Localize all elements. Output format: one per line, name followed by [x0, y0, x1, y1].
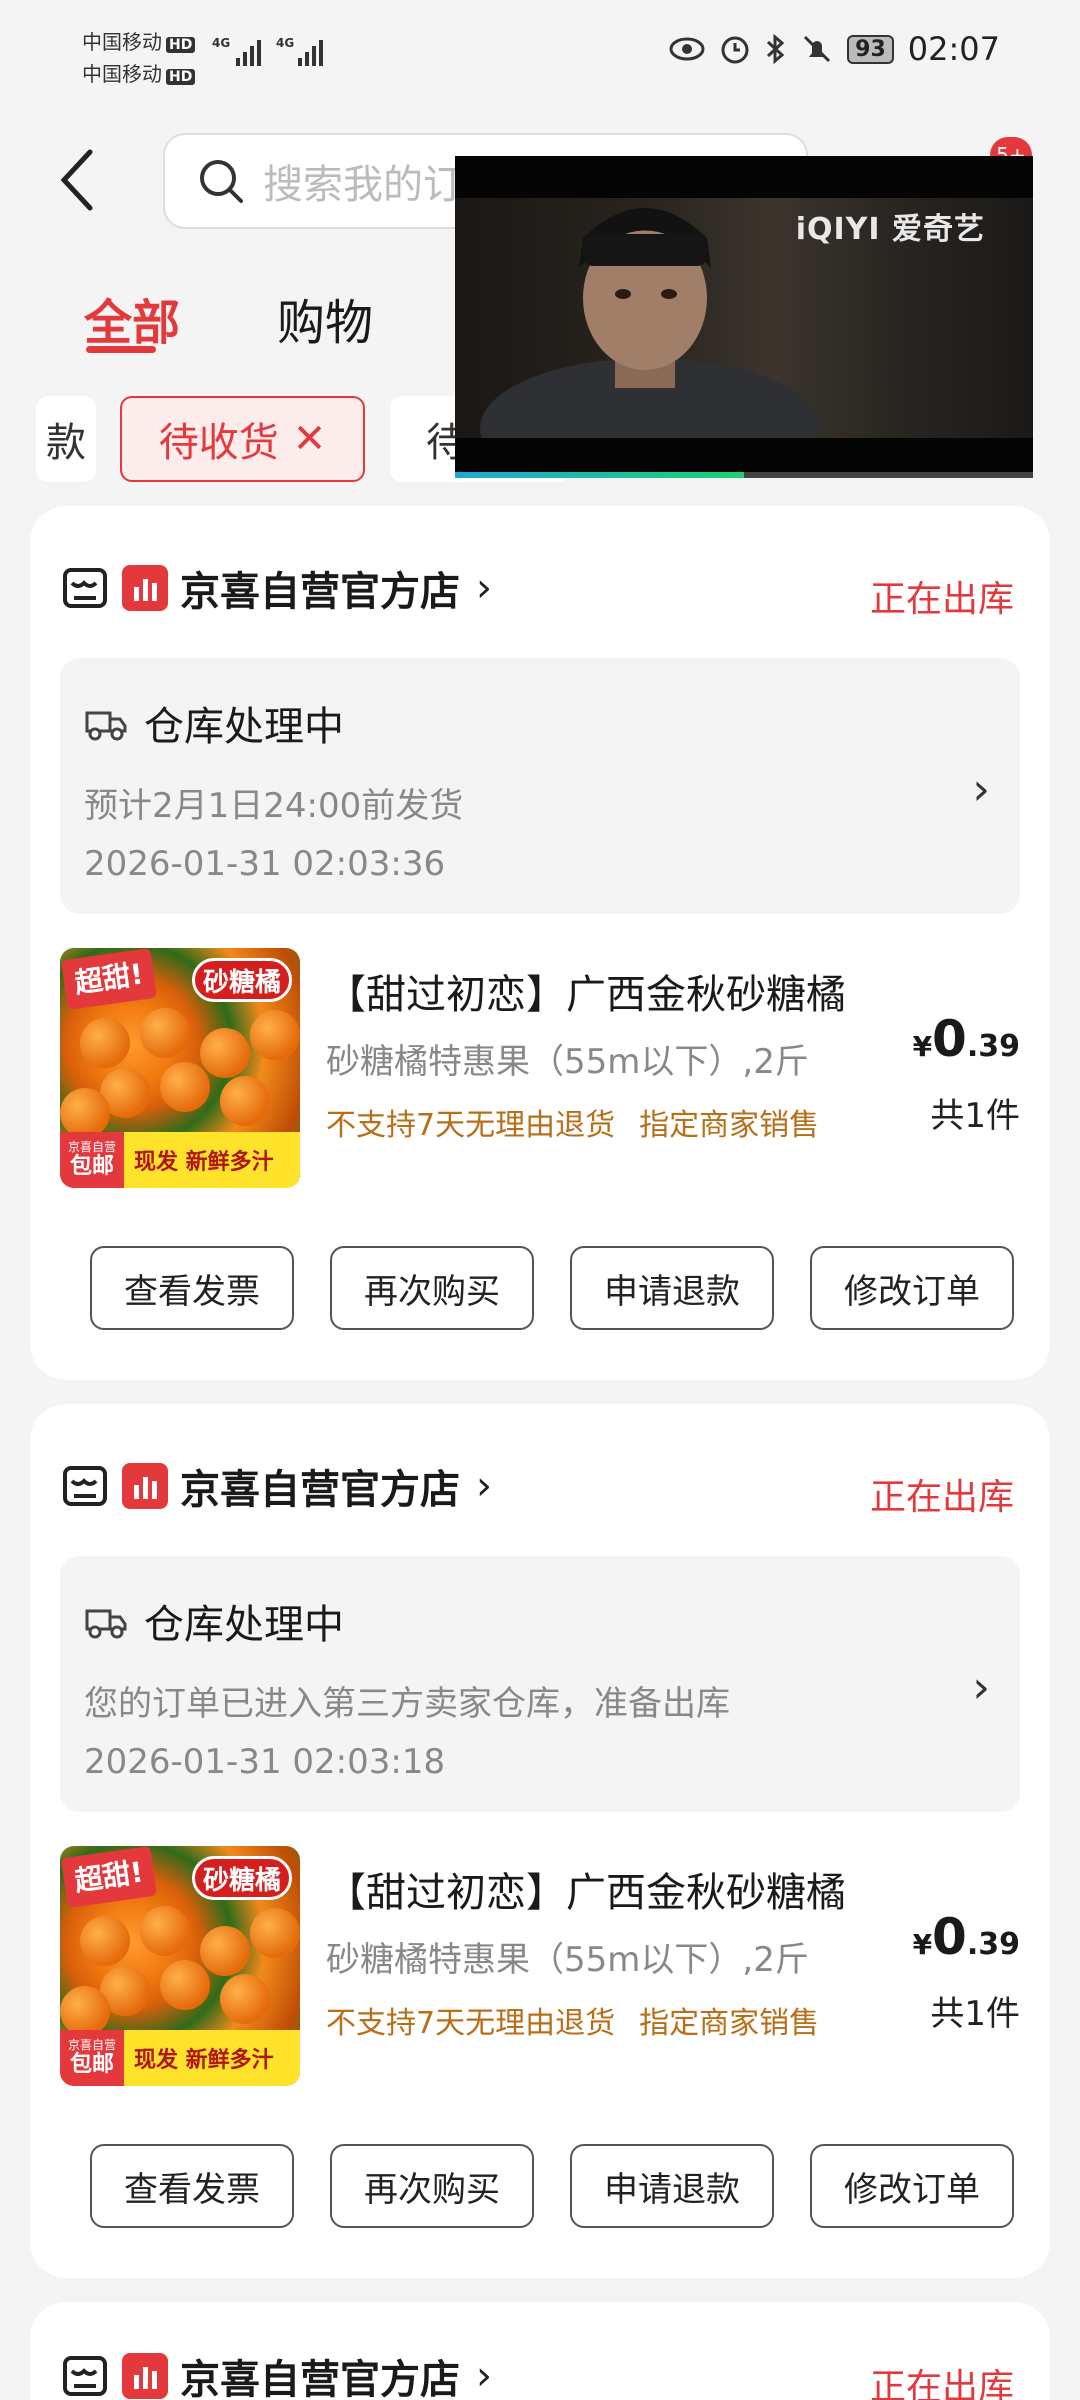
- chevron-right-icon: ›: [476, 565, 492, 611]
- modify-order-button[interactable]: 修改订单: [810, 1246, 1014, 1330]
- store-icon: [63, 2356, 107, 2396]
- video-progress-bar[interactable]: [455, 472, 1033, 478]
- product-image[interactable]: 超甜! 砂糖橘 京喜自营 包邮 现发 新鲜多汁: [60, 1846, 300, 2086]
- image-tag-name: 砂糖橘: [192, 958, 292, 1002]
- quantity: 共1件: [930, 1096, 1020, 1136]
- order-card[interactable]: 京喜自营官方店 › 正在出库 仓库处理中 预计2月1日24:00前发货 2026…: [30, 506, 1050, 1380]
- product-spec: 砂糖橘特惠果（55m以下）,2斤: [326, 1042, 809, 1082]
- order-card[interactable]: 京喜自营官方店 › 正在出库: [30, 2302, 1050, 2400]
- logistics-title: 仓库处理中: [144, 1602, 344, 1648]
- logistics-description: 预计2月1日24:00前发货: [84, 786, 464, 826]
- jingxi-logo: [122, 1463, 168, 1509]
- order-status: 正在出库: [869, 1477, 1014, 1518]
- image-tag-sweet: 超甜!: [60, 1846, 158, 1909]
- product-title[interactable]: 【甜过初恋】广西金秋砂糖橘: [326, 962, 886, 1020]
- chevron-right-icon: ›: [476, 2353, 492, 2399]
- carrier-2: 中国移动 HD: [82, 58, 196, 87]
- request-refund-button[interactable]: 申请退款: [570, 2144, 774, 2228]
- product-tags: 不支持7天无理由退货 指定商家销售: [326, 2006, 820, 2041]
- battery-indicator: 93: [847, 34, 894, 64]
- video-player-overlay[interactable]: iQIYI 爱奇艺: [455, 156, 1033, 478]
- shop-row[interactable]: 京喜自营官方店 ›: [62, 2346, 492, 2400]
- product-title[interactable]: 【甜过初恋】广西金秋砂糖橘: [326, 1860, 886, 1918]
- shop-name: 京喜自营官方店: [180, 1467, 460, 1513]
- eye-icon: [669, 37, 705, 61]
- order-status: 正在出库: [869, 579, 1014, 620]
- product-tags: 不支持7天无理由退货 指定商家销售: [326, 1108, 820, 1143]
- alarm-icon: [721, 36, 749, 64]
- tab-shopping[interactable]: 购物: [277, 283, 373, 353]
- clock: 02:07: [907, 30, 1000, 68]
- store-icon: [63, 1466, 107, 1506]
- quantity: 共1件: [930, 1994, 1020, 2034]
- network-type-2: 4G: [276, 36, 295, 50]
- truck-icon: [85, 1609, 127, 1639]
- price: ¥0.39: [912, 1010, 1020, 1068]
- back-arrow-icon[interactable]: [58, 148, 98, 212]
- chevron-right-icon[interactable]: ›: [972, 764, 990, 815]
- logistics-panel[interactable]: 仓库处理中 预计2月1日24:00前发货 2026-01-31 02:03:36…: [60, 658, 1020, 914]
- status-bar: 中国移动 HD 中国移动 HD 4G 4G 93 02:07: [0, 0, 1080, 110]
- filter-chip-to-receive[interactable]: 待收货 ✕: [120, 396, 365, 482]
- iqiyi-logo: iQIYI 爱奇艺: [795, 212, 985, 247]
- shop-row[interactable]: 京喜自营官方店 ›: [62, 1456, 492, 1516]
- price: ¥0.39: [912, 1908, 1020, 1966]
- signal-icon: [236, 40, 261, 66]
- order-status: 正在出库: [869, 2367, 1014, 2400]
- close-icon[interactable]: ✕: [293, 416, 327, 462]
- status-icons: 93 02:07: [669, 30, 1000, 68]
- product-image[interactable]: 超甜! 砂糖橘 京喜自营 包邮 现发 新鲜多汁: [60, 948, 300, 1188]
- shop-name: 京喜自营官方店: [180, 2357, 460, 2400]
- view-invoice-button[interactable]: 查看发票: [90, 2144, 294, 2228]
- buy-again-button[interactable]: 再次购买: [330, 1246, 534, 1330]
- image-tag-name: 砂糖橘: [192, 1856, 292, 1900]
- modify-order-button[interactable]: 修改订单: [810, 2144, 1014, 2228]
- request-refund-button[interactable]: 申请退款: [570, 1246, 774, 1330]
- logistics-panel[interactable]: 仓库处理中 您的订单已进入第三方卖家仓库，准备出库 2026-01-31 02:…: [60, 1556, 1020, 1812]
- jingxi-logo: [122, 2353, 168, 2399]
- image-tag-sweet: 超甜!: [60, 948, 158, 1011]
- store-icon: [63, 568, 107, 608]
- jingxi-logo: [122, 565, 168, 611]
- chevron-right-icon: ›: [476, 1463, 492, 1509]
- shop-name: 京喜自营官方店: [180, 569, 460, 615]
- logistics-description: 您的订单已进入第三方卖家仓库，准备出库: [84, 1684, 730, 1724]
- shop-row[interactable]: 京喜自营官方店 ›: [62, 558, 492, 618]
- view-invoice-button[interactable]: 查看发票: [90, 1246, 294, 1330]
- video-progress-fill: [455, 472, 744, 478]
- truck-icon: [85, 711, 127, 741]
- signal-icon-2: [298, 40, 323, 66]
- order-actions: 查看发票 再次购买 申请退款 修改订单: [90, 2144, 1044, 2228]
- search-icon: [200, 160, 243, 203]
- filter-chip-partial[interactable]: 款: [36, 396, 96, 482]
- logistics-time: 2026-01-31 02:03:18: [84, 1742, 446, 1782]
- tab-all[interactable]: 全部: [84, 283, 180, 353]
- order-card[interactable]: 京喜自营官方店 › 正在出库 仓库处理中 您的订单已进入第三方卖家仓库，准备出库…: [30, 1404, 1050, 2278]
- logistics-title: 仓库处理中: [144, 704, 344, 750]
- carrier-1: 中国移动 HD: [82, 26, 196, 55]
- network-type-1: 4G: [212, 36, 231, 50]
- product-spec: 砂糖橘特惠果（55m以下）,2斤: [326, 1940, 809, 1980]
- chevron-right-icon[interactable]: ›: [972, 1662, 990, 1713]
- buy-again-button[interactable]: 再次购买: [330, 2144, 534, 2228]
- logistics-time: 2026-01-31 02:03:36: [84, 844, 446, 884]
- tab-active-indicator: [86, 346, 156, 353]
- order-actions: 查看发票 再次购买 申请退款 修改订单: [90, 1246, 1044, 1330]
- bluetooth-icon: [767, 33, 785, 65]
- mute-bell-icon: [804, 35, 831, 63]
